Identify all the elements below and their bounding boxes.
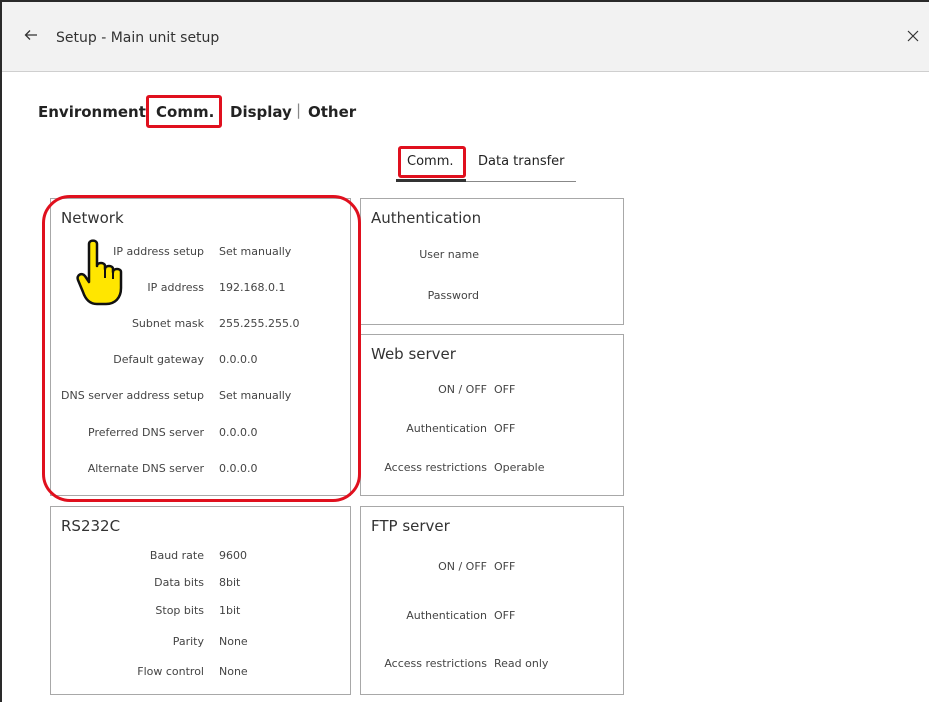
auth-label-username: User name: [419, 248, 479, 261]
rs-value-flow: None: [219, 665, 248, 678]
rs-label-stop-bits: Stop bits: [155, 604, 204, 617]
rs-label-data-bits: Data bits: [154, 576, 204, 589]
rs-value-data-bits: 8bit: [219, 576, 241, 589]
ftp-server-title: FTP server: [371, 517, 450, 535]
web-value-access: Operable: [494, 461, 545, 474]
ftp-label-authentication: Authentication: [406, 609, 487, 622]
web-server-panel[interactable]: Web server ON / OFF OFF Authentication O…: [360, 334, 624, 496]
rs232c-title: RS232C: [61, 517, 121, 535]
web-label-access: Access restrictions: [384, 461, 487, 474]
ftp-value-access: Read only: [494, 657, 549, 670]
rs-label-parity: Parity: [172, 635, 204, 648]
rs-label-baud: Baud rate: [149, 549, 204, 562]
ftp-server-panel[interactable]: FTP server ON / OFF OFF Authentication O…: [360, 506, 624, 695]
auth-label-password: Password: [427, 289, 479, 302]
ftp-label-access: Access restrictions: [384, 657, 487, 670]
arrow-left-icon[interactable]: [24, 28, 38, 42]
tab-separator: |: [296, 101, 302, 119]
authentication-title: Authentication: [371, 209, 482, 227]
setup-window: Setup - Main unit setup Environment Comm…: [0, 0, 929, 702]
subtab-data-transfer[interactable]: Data transfer: [478, 154, 565, 169]
pointing-hand-icon: [76, 239, 123, 306]
subtab-active-indicator: [396, 179, 466, 182]
close-icon[interactable]: [907, 30, 919, 42]
web-label-on-off: ON / OFF: [438, 383, 487, 396]
tab-display[interactable]: Display: [230, 103, 292, 121]
web-value-on-off: OFF: [494, 383, 516, 396]
rs-value-baud: 9600: [219, 549, 247, 562]
title-bar: Setup - Main unit setup: [2, 2, 929, 72]
highlight-comm-subtab: [398, 146, 466, 178]
web-value-authentication: OFF: [494, 422, 516, 435]
authentication-panel[interactable]: Authentication User name Password: [360, 198, 624, 325]
web-server-title: Web server: [371, 345, 456, 363]
tab-environment[interactable]: Environment: [38, 103, 146, 121]
rs232c-panel[interactable]: RS232C Baud rate 9600 Data bits 8bit Sto…: [50, 506, 351, 695]
window-title: Setup - Main unit setup: [56, 30, 220, 46]
ftp-label-on-off: ON / OFF: [438, 560, 487, 573]
rs-value-parity: None: [219, 635, 248, 648]
web-label-authentication: Authentication: [406, 422, 487, 435]
rs-value-stop-bits: 1bit: [219, 604, 241, 617]
rs-label-flow: Flow control: [137, 665, 204, 678]
highlight-comm-tab: [146, 95, 222, 128]
ftp-value-on-off: OFF: [494, 560, 516, 573]
ftp-value-authentication: OFF: [494, 609, 516, 622]
tab-other[interactable]: Other: [308, 103, 356, 121]
